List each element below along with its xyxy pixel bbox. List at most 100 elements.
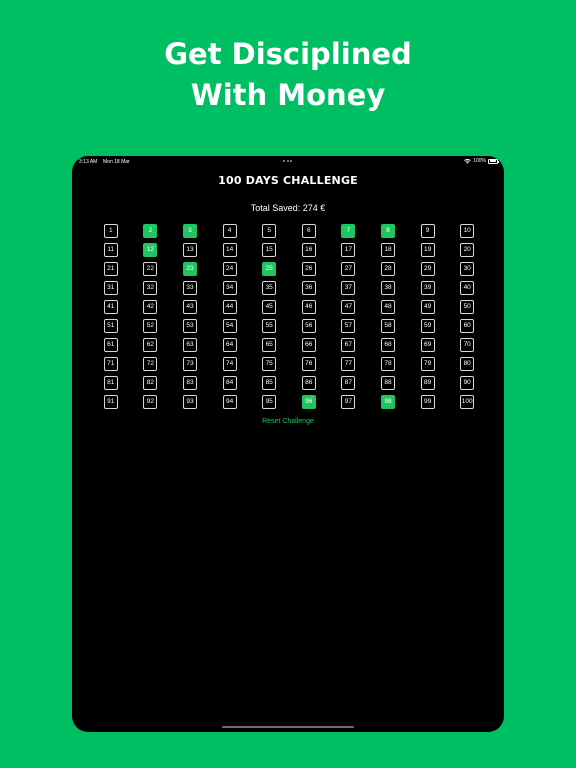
day-18-button[interactable]: 18 [380, 242, 395, 257]
day-11-button[interactable]: 11 [103, 242, 118, 257]
day-54-button[interactable]: 54 [222, 318, 237, 333]
day-6-button[interactable]: 6 [301, 223, 316, 238]
reset-challenge-button[interactable]: Reset Challenge [72, 417, 504, 427]
day-53-button[interactable]: 53 [182, 318, 197, 333]
day-27-button[interactable]: 27 [341, 261, 356, 276]
day-98-button[interactable]: 98 [380, 394, 395, 409]
day-46-button[interactable]: 46 [301, 299, 316, 314]
day-81-button[interactable]: 81 [103, 375, 118, 390]
day-48-button[interactable]: 48 [380, 299, 395, 314]
day-12-button[interactable]: 12 [143, 242, 158, 257]
day-40-button[interactable]: 40 [460, 280, 475, 295]
day-57-button[interactable]: 57 [341, 318, 356, 333]
day-99-button[interactable]: 99 [420, 394, 435, 409]
day-91-button[interactable]: 91 [103, 394, 118, 409]
day-88-button[interactable]: 88 [380, 375, 395, 390]
day-34-button[interactable]: 34 [222, 280, 237, 295]
day-20-button[interactable]: 20 [460, 242, 475, 257]
day-92-button[interactable]: 92 [143, 394, 158, 409]
day-19-button[interactable]: 19 [420, 242, 435, 257]
day-45-button[interactable]: 45 [262, 299, 277, 314]
day-25-button[interactable]: 25 [262, 261, 277, 276]
day-95-button[interactable]: 95 [262, 394, 277, 409]
day-42-button[interactable]: 42 [143, 299, 158, 314]
day-31-button[interactable]: 31 [103, 280, 118, 295]
day-97-button[interactable]: 97 [341, 394, 356, 409]
day-96-button[interactable]: 96 [301, 394, 316, 409]
day-23-button[interactable]: 23 [182, 261, 197, 276]
day-38-button[interactable]: 38 [380, 280, 395, 295]
day-72-button[interactable]: 72 [143, 356, 158, 371]
day-71-button[interactable]: 71 [103, 356, 118, 371]
day-55-button[interactable]: 55 [262, 318, 277, 333]
day-22-button[interactable]: 22 [143, 261, 158, 276]
day-64-button[interactable]: 64 [222, 337, 237, 352]
day-32-button[interactable]: 32 [143, 280, 158, 295]
day-29-button[interactable]: 29 [420, 261, 435, 276]
day-87-button[interactable]: 87 [341, 375, 356, 390]
day-39-button[interactable]: 39 [420, 280, 435, 295]
day-69-button[interactable]: 69 [420, 337, 435, 352]
day-43-button[interactable]: 43 [182, 299, 197, 314]
day-77-button[interactable]: 77 [341, 356, 356, 371]
day-100-button[interactable]: 100 [460, 394, 475, 409]
day-62-button[interactable]: 62 [143, 337, 158, 352]
day-61-button[interactable]: 61 [103, 337, 118, 352]
day-28-button[interactable]: 28 [380, 261, 395, 276]
day-73-button[interactable]: 73 [182, 356, 197, 371]
day-65-button[interactable]: 65 [262, 337, 277, 352]
multitasking-dots-icon[interactable] [283, 160, 292, 162]
day-15-button[interactable]: 15 [262, 242, 277, 257]
day-76-button[interactable]: 76 [301, 356, 316, 371]
day-79-button[interactable]: 79 [420, 356, 435, 371]
day-68-button[interactable]: 68 [380, 337, 395, 352]
day-13-button[interactable]: 13 [182, 242, 197, 257]
day-30-button[interactable]: 30 [460, 261, 475, 276]
day-16-button[interactable]: 16 [301, 242, 316, 257]
day-93-button[interactable]: 93 [182, 394, 197, 409]
day-10-button[interactable]: 10 [460, 223, 475, 238]
day-74-button[interactable]: 74 [222, 356, 237, 371]
day-4-button[interactable]: 4 [222, 223, 237, 238]
day-58-button[interactable]: 58 [380, 318, 395, 333]
day-90-button[interactable]: 90 [460, 375, 475, 390]
day-52-button[interactable]: 52 [143, 318, 158, 333]
day-47-button[interactable]: 47 [341, 299, 356, 314]
day-1-button[interactable]: 1 [103, 223, 118, 238]
day-41-button[interactable]: 41 [103, 299, 118, 314]
day-2-button[interactable]: 2 [143, 223, 158, 238]
day-24-button[interactable]: 24 [222, 261, 237, 276]
day-14-button[interactable]: 14 [222, 242, 237, 257]
day-7-button[interactable]: 7 [341, 223, 356, 238]
day-49-button[interactable]: 49 [420, 299, 435, 314]
day-84-button[interactable]: 84 [222, 375, 237, 390]
day-3-button[interactable]: 3 [182, 223, 197, 238]
day-56-button[interactable]: 56 [301, 318, 316, 333]
day-85-button[interactable]: 85 [262, 375, 277, 390]
day-37-button[interactable]: 37 [341, 280, 356, 295]
day-78-button[interactable]: 78 [380, 356, 395, 371]
day-8-button[interactable]: 8 [380, 223, 395, 238]
day-26-button[interactable]: 26 [301, 261, 316, 276]
day-66-button[interactable]: 66 [301, 337, 316, 352]
day-67-button[interactable]: 67 [341, 337, 356, 352]
day-63-button[interactable]: 63 [182, 337, 197, 352]
day-75-button[interactable]: 75 [262, 356, 277, 371]
day-33-button[interactable]: 33 [182, 280, 197, 295]
day-70-button[interactable]: 70 [460, 337, 475, 352]
day-44-button[interactable]: 44 [222, 299, 237, 314]
day-94-button[interactable]: 94 [222, 394, 237, 409]
day-35-button[interactable]: 35 [262, 280, 277, 295]
day-21-button[interactable]: 21 [103, 261, 118, 276]
day-83-button[interactable]: 83 [182, 375, 197, 390]
day-17-button[interactable]: 17 [341, 242, 356, 257]
day-82-button[interactable]: 82 [143, 375, 158, 390]
day-9-button[interactable]: 9 [420, 223, 435, 238]
day-50-button[interactable]: 50 [460, 299, 475, 314]
home-indicator[interactable] [222, 726, 354, 728]
day-59-button[interactable]: 59 [420, 318, 435, 333]
day-80-button[interactable]: 80 [460, 356, 475, 371]
day-86-button[interactable]: 86 [301, 375, 316, 390]
day-5-button[interactable]: 5 [262, 223, 277, 238]
day-60-button[interactable]: 60 [460, 318, 475, 333]
